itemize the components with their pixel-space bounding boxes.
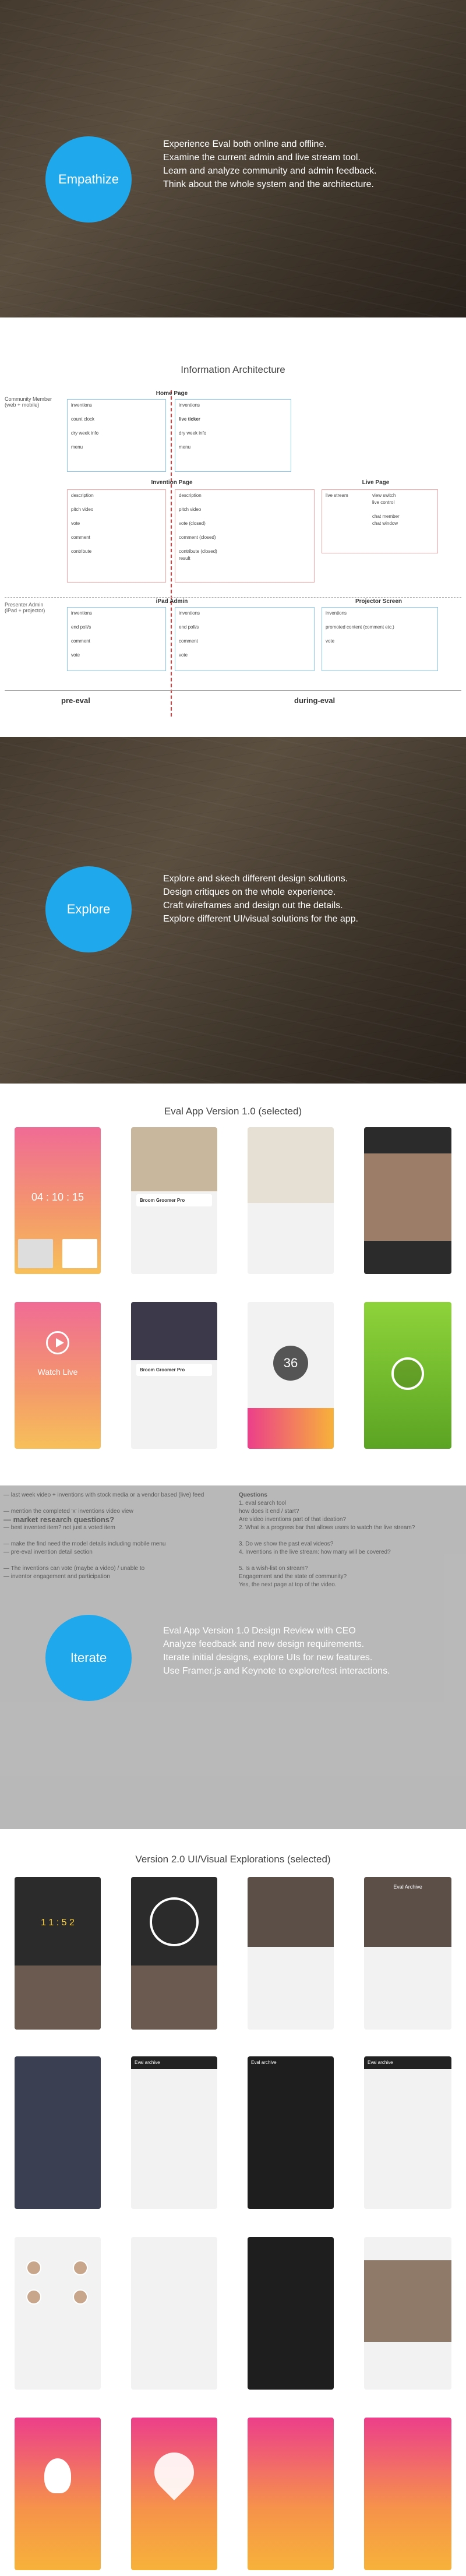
during-eval-label: during-eval: [294, 696, 336, 705]
bullet: Explore and skech different design solut…: [163, 874, 348, 884]
v1-screen-vote[interactable]: [248, 1127, 334, 1274]
live-page-box: live stream view switch live control chat m…: [322, 489, 438, 553]
bullet: Eval App Version 1.0 Design Review with …: [163, 1626, 356, 1636]
empathize-section: Empathize Experience Eval both online an…: [0, 0, 466, 317]
pin-icon: [146, 2444, 203, 2501]
community-label: Community Member (web + mobile): [5, 396, 52, 408]
lightbulb-icon: [44, 2458, 71, 2493]
v2-screen-grid[interactable]: Eval archive: [131, 2056, 217, 2209]
v2-screen-actions-1[interactable]: [248, 2418, 334, 2570]
v2-screen-list-1[interactable]: Eval archive: [248, 2056, 334, 2209]
timeline-axis: [5, 690, 461, 691]
v2-screen-list-2[interactable]: Eval archive: [364, 2056, 451, 2209]
v2-screen-avatars-2[interactable]: [131, 2237, 217, 2390]
v2-screen-actions-2[interactable]: [364, 2418, 451, 2570]
v2-screen-video-call[interactable]: [364, 2237, 451, 2390]
play-icon[interactable]: [46, 1331, 69, 1354]
bullet: Analyze feedback and new design requirem…: [163, 1639, 365, 1649]
v1-screen-invention[interactable]: Broom Groomer Pro: [131, 1127, 217, 1274]
explore-section: Explore Explore and skech different desi…: [0, 737, 466, 1084]
archive-title: Eval Archive: [393, 1884, 422, 1890]
v2-section: Version 2.0 UI/Visual Explorations (sele…: [0, 1829, 466, 2576]
ipad-admin-header: iPad Admin: [156, 598, 188, 605]
v1-screen-watch-live[interactable]: Watch Live: [15, 1302, 101, 1449]
v2-title: Version 2.0 UI/Visual Explorations (sele…: [135, 1854, 331, 1865]
pre-during-divider: [171, 390, 172, 717]
ia-section: Information Architecture Community Membe…: [0, 317, 466, 737]
v2-screen-avatars-3[interactable]: [248, 2237, 334, 2390]
empathize-badge: Empathize: [45, 136, 132, 223]
bullet: Iterate initial designs, explore UIs for…: [163, 1653, 373, 1663]
pre-eval-label: pre-eval: [61, 696, 90, 705]
ia-title: Information Architecture: [181, 364, 285, 375]
iterate-section: — last week video + inventions with stoc…: [0, 1485, 466, 1829]
v2-screen-countdown[interactable]: 1 1 : 5 2: [15, 1877, 101, 2030]
v2-screen-avatars-1[interactable]: [15, 2237, 101, 2390]
countdown-clock: 1 1 : 5 2: [41, 1918, 75, 1928]
v2-screen-calendar[interactable]: [15, 2056, 101, 2209]
explore-bullets: Explore and skech different design solut…: [163, 872, 358, 926]
invention-card: Broom Groomer Pro: [136, 1364, 213, 1376]
invention-card: Broom Groomer Pro: [136, 1194, 213, 1206]
separator: [5, 597, 461, 598]
eval-v1-title: Eval App Version 1.0 (selected): [164, 1106, 302, 1117]
iterate-badge: Iterate: [45, 1615, 132, 1701]
invention-right-box: description pitch video vote (closed) comme…: [175, 489, 315, 583]
bullet: Learn and analyze community and admin fe…: [163, 166, 377, 176]
v2-screen-pin[interactable]: [131, 2418, 217, 2570]
bullet: Use Framer.js and Keynote to explore/tes…: [163, 1666, 390, 1676]
empathize-bullets: Experience Eval both online and offline.…: [163, 137, 376, 191]
invention-page-header: Invention Page: [151, 479, 193, 486]
projector-header: Projector Screen: [355, 598, 403, 605]
bullet: Design critiques on the whole experience…: [163, 887, 336, 897]
ipad-right-box: inventions end poll/s comment vote: [175, 607, 315, 671]
check-icon: [391, 1357, 424, 1390]
archive-header: Eval archive: [364, 2056, 451, 2069]
watch-live-label: Watch Live: [37, 1367, 78, 1377]
v1-screen-home[interactable]: 04 : 10 : 15: [15, 1127, 101, 1274]
bullet: Experience Eval both online and offline.: [163, 139, 327, 149]
v1-screen-result[interactable]: 36: [248, 1302, 334, 1449]
v2-screen-bulb[interactable]: [15, 2418, 101, 2570]
bullet: Craft wireframes and design out the deta…: [163, 901, 343, 911]
v2-screen-archive-2[interactable]: Eval Archive: [364, 1877, 451, 2030]
home-right-box: inventions live ticker dry week info menu: [175, 399, 291, 472]
v1-screen-success[interactable]: [364, 1302, 451, 1449]
bullet: Explore different UI/visual solutions fo…: [163, 914, 358, 924]
bullet: Examine the current admin and live strea…: [163, 153, 361, 163]
explore-badge: Explore: [45, 866, 132, 952]
projector-box: inventions promoted content (comment etc.…: [322, 607, 438, 671]
iterate-bullets: Eval App Version 1.0 Design Review with …: [163, 1624, 390, 1678]
live-page-header: Live Page: [362, 479, 390, 486]
eval-v1-section: Eval App Version 1.0 (selected) 04 : 10 …: [0, 1084, 466, 1485]
ipad-left-box: inventions end poll/s comment vote: [67, 607, 166, 671]
presenter-label: Presenter Admin (iPad + projector): [5, 602, 45, 613]
archive-header: Eval archive: [251, 2060, 277, 2065]
archive-header: Eval archive: [131, 2056, 217, 2069]
result-badge: 36: [273, 1346, 308, 1381]
v1-screen-video[interactable]: Broom Groomer Pro: [131, 1302, 217, 1449]
v2-screen-dial[interactable]: [131, 1877, 217, 2030]
countdown-clock: 04 : 10 : 15: [31, 1191, 84, 1203]
invention-left-box: description pitch video vote comment contrib…: [67, 489, 166, 583]
home-page-header: Home Page: [156, 390, 188, 397]
home-left-box: inventions count clock dry week info menu: [67, 399, 166, 472]
bullet: Think about the whole system and the arc…: [163, 179, 374, 189]
v1-screen-live[interactable]: [364, 1127, 451, 1274]
v2-screen-archive-1[interactable]: [248, 1877, 334, 2030]
